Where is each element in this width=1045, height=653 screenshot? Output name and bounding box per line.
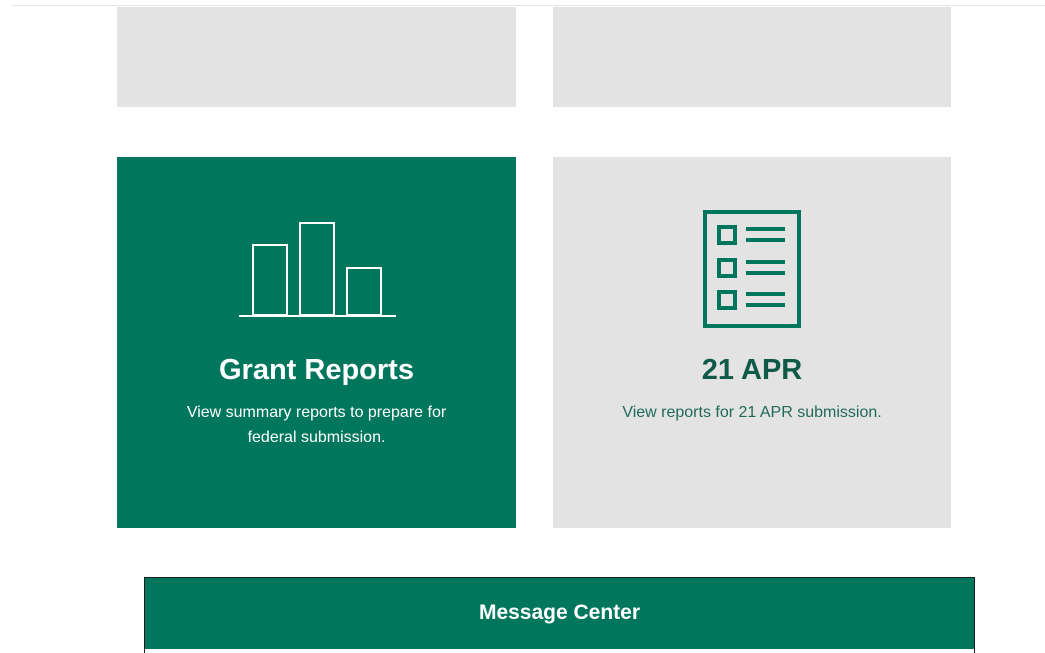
message-center-body [144,649,975,653]
tile-top-right[interactable] [553,7,951,107]
tile-top-left[interactable] [117,7,516,107]
checklist-icon [553,209,951,329]
grant-reports-tile[interactable]: Grant Reports View summary reports to pr… [117,157,516,528]
apr-description: View reports for 21 APR submission. [622,404,882,421]
message-center: Message Center [144,577,975,649]
grant-reports-title: Grant Reports [219,354,414,386]
bar-chart-icon [117,219,516,319]
page: Grant Reports View summary reports to pr… [0,0,1045,653]
apr-tile[interactable]: 21 APR View reports for 21 APR submissio… [553,157,951,528]
grant-reports-description: View summary reports to prepare for fede… [186,404,447,446]
apr-title: 21 APR [701,354,803,386]
top-divider [12,5,1045,6]
message-center-title: Message Center [478,601,641,624]
